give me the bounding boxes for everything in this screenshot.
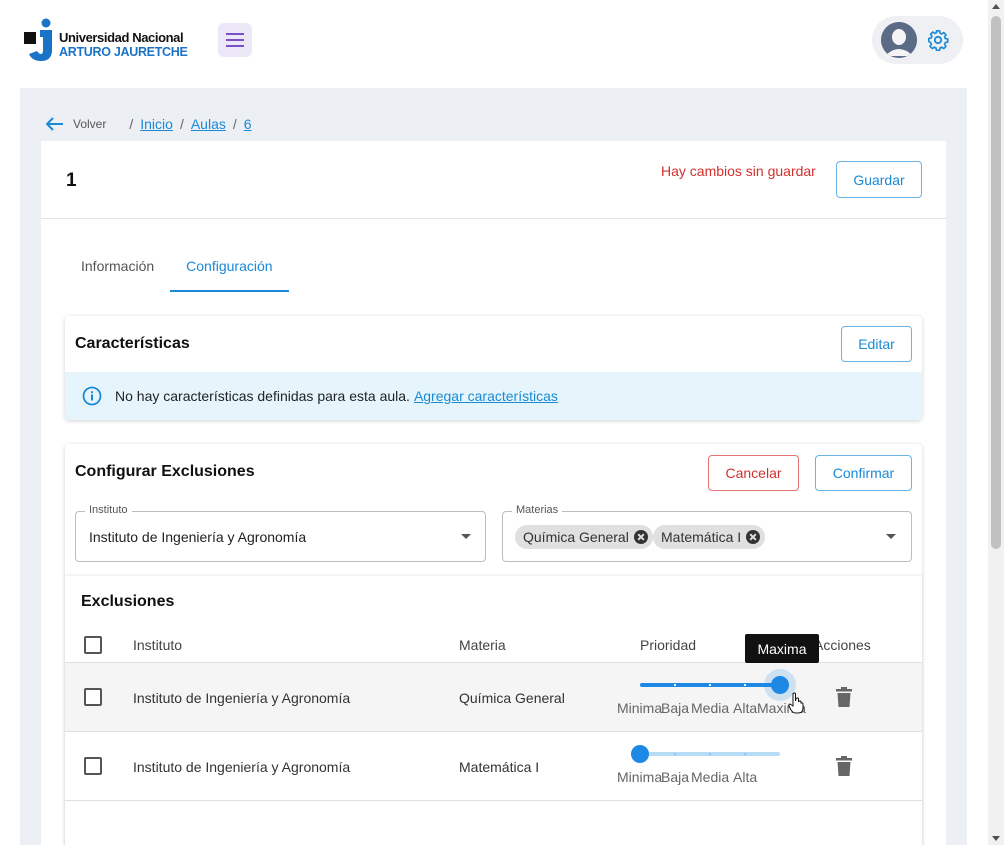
back-link[interactable]: Volver — [73, 117, 106, 131]
priority-slider[interactable] — [640, 676, 789, 694]
cancel-button[interactable]: Cancelar — [708, 455, 799, 491]
exclusions-table-title: Exclusiones — [81, 593, 175, 610]
save-button[interactable]: Guardar — [836, 161, 922, 198]
scrollbar-thumb[interactable] — [991, 16, 1001, 549]
delete-trash-icon[interactable] — [836, 687, 852, 707]
hand-cursor-icon — [788, 692, 804, 714]
breadcrumb-separator: / — [232, 116, 237, 132]
slider-thumb[interactable] — [631, 745, 649, 763]
priority-label-alta: Alta — [733, 700, 758, 716]
tab-informacion[interactable]: Información — [65, 246, 170, 292]
chevron-down-icon[interactable] — [886, 534, 896, 539]
avatar[interactable] — [881, 22, 917, 58]
exclusions-table: Exclusiones Instituto Materia Prioridad … — [65, 576, 922, 845]
table-row[interactable]: Instituto de Ingeniería y Agronomía Mate… — [65, 731, 922, 800]
chip-remove-icon[interactable] — [633, 530, 648, 544]
priority-label-media: Media — [691, 769, 730, 785]
priority-label-minima: Minima — [617, 769, 663, 785]
app-header: Universidad Nacional ARTURO JAURETCHE — [0, 0, 988, 88]
instituto-label: Instituto — [85, 504, 132, 516]
table-divider — [65, 800, 922, 801]
breadcrumb-aulas[interactable]: Aulas — [191, 116, 226, 132]
confirm-button[interactable]: Confirmar — [815, 455, 912, 491]
logo-line-2: ARTURO JAURETCHE — [59, 45, 188, 59]
exclusions-config-panel: Configurar Exclusiones Cancelar Confirma… — [65, 444, 922, 845]
priority-label-alta: Alta — [733, 769, 758, 785]
slider-tooltip: Maxima — [745, 634, 819, 663]
user-menu — [872, 16, 963, 64]
main-content: Volver / Inicio / Aulas / 6 1 Hay cambio… — [20, 88, 967, 845]
breadcrumb-separator: / — [179, 116, 184, 132]
materia-chip[interactable]: Matemática I — [653, 525, 766, 549]
row-checkbox[interactable] — [84, 757, 102, 775]
priority-label-baja: Baja — [661, 769, 690, 785]
breadcrumb-aula-id[interactable]: 6 — [244, 116, 252, 132]
characteristics-title: Características — [75, 335, 190, 352]
column-header-instituto: Instituto — [133, 637, 183, 653]
priority-label-media: Media — [691, 700, 730, 716]
row-instituto: Instituto de Ingeniería y Agronomía — [133, 759, 351, 775]
user-avatar-icon — [881, 22, 917, 58]
slider-mark — [744, 753, 746, 755]
row-materia: Química General — [459, 690, 565, 706]
instituto-value: Instituto de Ingeniería y Agronomía — [89, 529, 307, 545]
slider-mark — [709, 753, 711, 755]
delete-trash-icon[interactable] — [836, 756, 852, 776]
column-header-materia: Materia — [459, 637, 506, 653]
column-header-prioridad: Prioridad — [640, 637, 697, 653]
characteristics-panel: Características Editar No hay caracterís… — [65, 316, 922, 420]
unsaved-changes-message: Hay cambios sin guardar — [661, 163, 816, 179]
chip-label: Química General — [523, 529, 629, 545]
materia-chip[interactable]: Química General — [515, 525, 653, 549]
priority-label-baja: Baja — [661, 700, 690, 716]
hamburger-menu-button[interactable] — [218, 23, 252, 57]
back-arrow-icon[interactable] — [46, 117, 64, 131]
page-title: 1 — [66, 170, 77, 191]
priority-slider[interactable] — [631, 745, 780, 763]
materias-multiselect[interactable]: Materias Química General Matemática I — [502, 504, 912, 562]
breadcrumb-separator: / — [129, 116, 134, 132]
slider-mark — [744, 684, 746, 686]
scroll-up-icon[interactable] — [992, 4, 1000, 9]
chip-remove-icon[interactable] — [746, 530, 761, 544]
tab-bar: Información Configuración — [65, 246, 289, 292]
slider-mark — [674, 753, 676, 755]
exclusions-config-title: Configurar Exclusiones — [75, 463, 255, 480]
row-instituto: Instituto de Ingeniería y Agronomía — [133, 690, 351, 706]
info-text: No hay características definidas para es… — [115, 388, 410, 404]
divider — [41, 218, 946, 219]
row-checkbox[interactable] — [84, 688, 102, 706]
page-scrollbar[interactable] — [988, 0, 1004, 845]
tab-configuracion[interactable]: Configuración — [170, 246, 289, 292]
breadcrumb: Volver / Inicio / Aulas / 6 — [46, 116, 252, 132]
settings-gear-icon[interactable] — [927, 29, 949, 51]
breadcrumb-inicio[interactable]: Inicio — [140, 116, 173, 132]
scroll-down-icon[interactable] — [992, 836, 1000, 841]
logo-mark-icon — [24, 18, 52, 61]
slider-mark — [674, 684, 676, 686]
priority-label-minima: Minima — [617, 700, 663, 716]
column-header-acciones: Acciones — [814, 637, 871, 653]
chevron-down-icon[interactable] — [461, 534, 471, 539]
add-characteristics-link[interactable]: Agregar características — [414, 388, 558, 404]
chip-label: Matemática I — [661, 529, 742, 545]
slider-mark — [709, 684, 711, 686]
instituto-select[interactable]: Instituto Instituto de Ingeniería y Agro… — [75, 504, 486, 562]
materias-label: Materias — [512, 504, 563, 516]
logo-line-1: Universidad Nacional — [59, 30, 184, 45]
row-materia: Matemática I — [459, 759, 540, 775]
slider-thumb[interactable] — [771, 676, 789, 694]
info-alert: No hay características definidas para es… — [65, 372, 922, 420]
select-all-checkbox[interactable] — [84, 636, 102, 654]
info-icon — [82, 386, 102, 406]
university-logo[interactable]: Universidad Nacional ARTURO JAURETCHE — [24, 18, 188, 62]
hamburger-icon — [226, 33, 244, 47]
edit-button[interactable]: Editar — [841, 326, 912, 362]
classroom-card: 1 Hay cambios sin guardar Guardar Inform… — [41, 141, 946, 845]
